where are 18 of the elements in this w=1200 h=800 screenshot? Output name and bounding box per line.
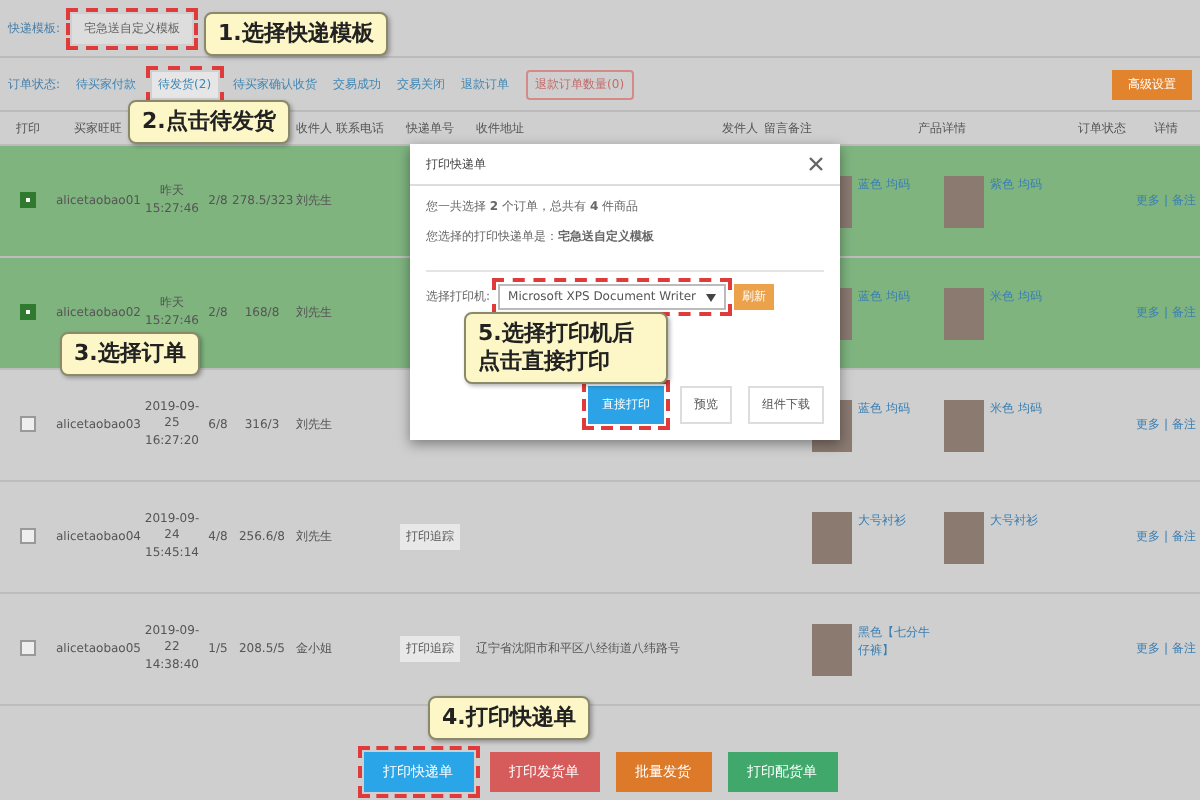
photo-placeholder	[944, 287, 984, 339]
callout-note: 2.点击待发货	[128, 100, 290, 144]
callout-note: 5.选择打印机后点击直接打印	[464, 312, 668, 383]
callout-note: 3.选择订单	[60, 332, 200, 376]
row-checkbox[interactable]	[20, 191, 36, 207]
close-icon[interactable]	[808, 156, 824, 172]
photo-placeholder	[944, 175, 984, 227]
callout-note: 4.打印快递单	[428, 696, 590, 740]
photo-placeholder	[944, 511, 984, 563]
photo-placeholder	[944, 399, 984, 451]
caret-icon	[706, 293, 717, 301]
photo-placeholder	[812, 623, 852, 675]
row-checkbox[interactable]	[20, 639, 36, 655]
row-checkbox[interactable]	[20, 303, 36, 319]
row-checkbox[interactable]	[20, 415, 36, 431]
row-checkbox[interactable]	[20, 527, 36, 543]
callout-note: 1.选择快递模板	[204, 12, 388, 56]
photo-placeholder	[812, 511, 852, 563]
